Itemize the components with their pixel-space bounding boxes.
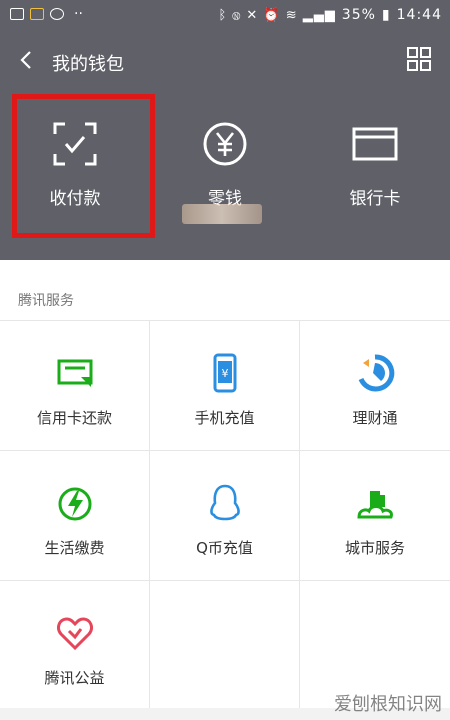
- service-credit-card-repay[interactable]: 信用卡还款: [0, 321, 150, 451]
- yuan-circle-icon: [203, 122, 247, 166]
- mute-icon: ✕: [246, 7, 259, 23]
- page-title: 我的钱包: [52, 54, 124, 75]
- service-label: 腾讯公益: [44, 669, 105, 687]
- battery-icon: ▮: [381, 7, 391, 23]
- service-q-coin-recharge[interactable]: Q币充值: [150, 451, 300, 581]
- wifi-icon: ≋: [285, 7, 298, 23]
- credit-card-repay-icon: [57, 359, 92, 387]
- status-left-icons: ··: [10, 7, 83, 21]
- battery-percent: 35%: [341, 7, 376, 23]
- qq-penguin-icon: [209, 484, 240, 521]
- system-icons: ᛒ Ⓝ ✕ ⏰ ≋ ▂▄▆: [218, 8, 335, 23]
- nfc-icon: Ⓝ: [232, 7, 242, 23]
- status-bar: ·· ᛒ Ⓝ ✕ ⏰ ≋ ▂▄▆ 35% ▮ 14:44: [0, 0, 450, 32]
- service-label: 城市服务: [344, 539, 405, 557]
- service-label: Q币充值: [196, 539, 253, 557]
- more-notifications: ··: [74, 6, 83, 22]
- service-label: 手机充值: [194, 409, 255, 427]
- grid-icon[interactable]: [406, 46, 432, 72]
- wealth-icon: [358, 354, 395, 392]
- signal-icon: ▂▄▆: [302, 7, 336, 23]
- service-utility-bill[interactable]: 生活缴费: [0, 451, 150, 581]
- change-balance-button[interactable]: 零钱: [150, 98, 300, 248]
- service-label: 理财通: [352, 409, 398, 427]
- alarm-icon: ⏰: [263, 7, 281, 23]
- card-icon: [352, 127, 398, 161]
- phone-recharge-icon: ¥: [213, 353, 236, 393]
- city-service-icon: [357, 491, 393, 519]
- status-right: ᛒ Ⓝ ✕ ⏰ ≋ ▂▄▆ 35% ▮ 14:44: [218, 7, 442, 23]
- bank-card-button[interactable]: 银行卡: [300, 98, 450, 248]
- blurred-balance: [182, 204, 262, 224]
- utility-bill-icon: [58, 487, 91, 521]
- services-section: 腾讯服务 信用卡还款 ¥ 手机充值 理财通 生活缴费 Q币充值 城市服务 腾讯公…: [0, 260, 450, 720]
- service-charity[interactable]: 腾讯公益: [0, 581, 150, 711]
- bank-card-label: 银行卡: [349, 189, 401, 209]
- clock: 14:44: [396, 7, 442, 23]
- highlight-box: [12, 94, 155, 238]
- watermark: 爱刨根知识网: [334, 694, 442, 715]
- service-wealth[interactable]: 理财通: [300, 321, 450, 451]
- back-button[interactable]: [12, 46, 40, 74]
- service-label: 信用卡还款: [36, 409, 112, 427]
- account-icon: [30, 8, 44, 20]
- wechat-icon: [50, 8, 64, 20]
- bluetooth-icon: ᛒ: [218, 7, 228, 23]
- svg-text:¥: ¥: [221, 367, 228, 380]
- charity-heart-icon: [56, 617, 93, 651]
- chevron-left-icon: [20, 51, 31, 69]
- service-label: 生活缴费: [44, 539, 105, 557]
- image-icon: [10, 8, 24, 20]
- empty-cell: [150, 581, 300, 711]
- services-title: 腾讯服务: [18, 293, 74, 309]
- service-city[interactable]: 城市服务: [300, 451, 450, 581]
- service-phone-recharge[interactable]: ¥ 手机充值: [150, 321, 300, 451]
